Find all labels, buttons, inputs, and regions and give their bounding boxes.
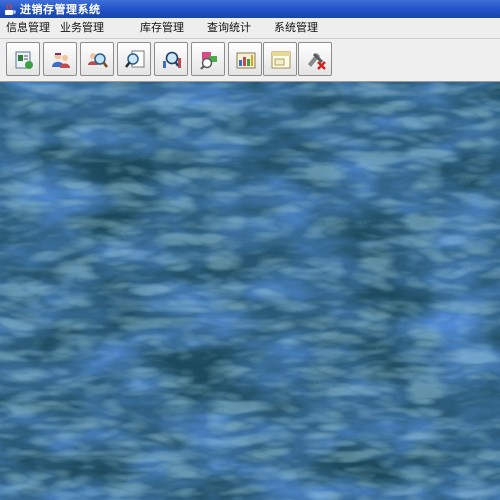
document-search-icon (125, 50, 145, 68)
title-bar: 进销存管理系统 (0, 0, 500, 18)
menu-info-management[interactable]: 信息管理 (6, 18, 50, 38)
desktop-background (0, 82, 500, 500)
toolbar-button-window[interactable] (263, 42, 297, 76)
info-card-icon (15, 51, 33, 69)
java-cup-icon (3, 2, 17, 16)
inventory-search-icon (200, 52, 217, 70)
toolbar (0, 39, 500, 82)
tools-exit-icon (308, 52, 326, 70)
window-title: 进销存管理系统 (20, 3, 101, 16)
report-icon (236, 52, 256, 69)
toolbar-button-inventory-search[interactable] (191, 42, 225, 76)
window-icon (271, 51, 291, 69)
menu-inventory-management[interactable]: 库存管理 (140, 18, 184, 38)
toolbar-button-report[interactable] (228, 42, 262, 76)
menu-bar: 信息管理 业务管理 库存管理 查询统计 系统管理 (0, 18, 500, 39)
toolbar-button-document-search[interactable] (117, 42, 151, 76)
chart-search-icon (163, 51, 181, 68)
toolbar-button-info[interactable] (6, 42, 40, 76)
toolbar-button-chart-search[interactable] (154, 42, 188, 76)
toolbar-button-user-search[interactable] (80, 42, 114, 76)
toolbar-button-tools-exit[interactable] (298, 42, 332, 76)
menu-business-management[interactable]: 业务管理 (60, 18, 104, 38)
water-texture-background (0, 82, 500, 500)
user-search-icon (88, 53, 108, 68)
users-icon (52, 52, 70, 68)
menu-system-management[interactable]: 系统管理 (274, 18, 318, 38)
toolbar-button-users[interactable] (43, 42, 77, 76)
menu-query-statistics[interactable]: 查询统计 (207, 18, 251, 38)
